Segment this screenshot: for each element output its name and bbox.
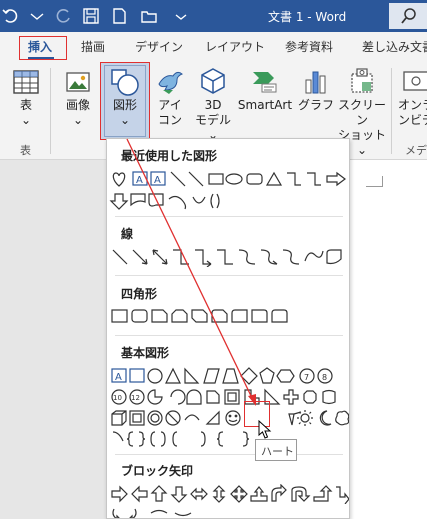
search-box[interactable] [389, 3, 427, 29]
basic-shapes[interactable]: A 7 8 [109, 366, 350, 386]
insert-tab-highlight [19, 36, 67, 60]
svg-text:A: A [115, 372, 122, 383]
undo-icon[interactable] [0, 5, 22, 27]
smartart-button[interactable]: SmartArt [236, 66, 294, 113]
bird-icon [158, 71, 183, 94]
page-margin-mark [366, 186, 382, 187]
smartart-icon [253, 72, 277, 93]
group-label-table: 表 [20, 144, 31, 157]
block-arrow-shapes[interactable] [109, 484, 350, 504]
svg-text:10: 10 [113, 394, 122, 402]
tab-design[interactable]: デザイン [135, 38, 183, 55]
section-title-lines: 線 [121, 227, 134, 241]
section-title-recent: 最近使用した図形 [121, 149, 218, 163]
section-title-rectangles: 四角形 [121, 287, 158, 301]
svg-text:8: 8 [322, 373, 327, 382]
table-chevron: ⌄ [20, 113, 32, 127]
save-icon[interactable] [80, 5, 102, 27]
bar-chart-icon [305, 71, 326, 94]
basic-shapes-row-3 [109, 408, 350, 428]
smartart-label: SmartArt [237, 98, 293, 112]
svg-text:12: 12 [131, 394, 140, 402]
chart-label: グラフ [298, 98, 335, 112]
customize-chevron-icon[interactable] [170, 5, 192, 27]
block-arrow-shapes[interactable] [109, 505, 350, 519]
svg-text:A: A [136, 175, 143, 186]
title-bar: 文書 1 - Word [0, 0, 427, 32]
video-icon [403, 71, 427, 91]
tab-draw[interactable]: 描画 [81, 38, 105, 55]
recent-shapes[interactable]: A A [109, 169, 350, 189]
images-button[interactable]: 画像 ⌄ [58, 68, 98, 128]
tab-mailings[interactable]: 差し込み文書 [362, 38, 427, 55]
3d-label-2: モデル [194, 113, 231, 127]
shapes-chevron: ⌄ [119, 113, 131, 127]
screenshot-chevron: ⌄ [356, 143, 368, 157]
shapes-icon [111, 69, 139, 96]
group-separator [50, 68, 51, 154]
tab-references[interactable]: 参考資料 [285, 38, 333, 55]
page-margin-mark [382, 176, 383, 187]
camera-icon [351, 68, 373, 93]
icons-label-2: コン [157, 113, 182, 127]
svg-text:A: A [154, 175, 161, 186]
new-doc-icon[interactable] [108, 5, 130, 27]
rectangles-row [109, 306, 350, 326]
basic-shapes[interactable] [109, 429, 350, 449]
table-icon [13, 70, 39, 94]
shapes-gallery: 最近使用した図形 A A 線 四角形 基本図形 A 7 8 10 12 ブロック… [106, 138, 350, 519]
section-title-block-arrows: ブロック矢印 [121, 464, 194, 478]
mouse-cursor-icon [258, 420, 272, 439]
online-video-label-2: ンビデ [398, 113, 427, 127]
recent-shapes[interactable] [109, 191, 350, 211]
svg-text:7: 7 [304, 373, 309, 382]
search-icon [401, 8, 416, 24]
dropdown-chevron-icon[interactable] [26, 5, 48, 27]
icons-button[interactable]: アイ コン [152, 66, 188, 128]
3d-models-button[interactable]: 3D モデル⌄ [192, 66, 234, 143]
block-arrows-row-1 [109, 484, 350, 504]
basic-shapes-row-2: 10 12 [109, 387, 350, 407]
3d-label-1: 3D [204, 98, 222, 112]
icons-label-1: アイ [158, 98, 182, 112]
autosave-icon[interactable] [52, 5, 74, 27]
online-video-label-1: オンラ [398, 98, 427, 112]
cube-icon [201, 68, 225, 94]
basic-shapes-row-4 [109, 429, 350, 449]
images-chevron: ⌄ [72, 113, 84, 127]
table-label: 表 [19, 98, 32, 112]
recent-shapes-row-1: A A [109, 169, 350, 189]
basic-shapes[interactable] [109, 408, 350, 428]
rectangle-shapes[interactable] [109, 306, 350, 326]
chart-button[interactable]: グラフ [298, 66, 334, 113]
block-arrows-row-2 [109, 505, 350, 519]
basic-shapes[interactable]: 10 12 [109, 387, 350, 407]
images-label: 画像 [65, 98, 90, 112]
lines-row [109, 247, 350, 267]
section-divider [115, 216, 343, 217]
section-divider [115, 335, 343, 336]
section-divider [115, 275, 343, 276]
basic-shapes-row-1: A 7 8 [109, 366, 350, 386]
recent-shapes-row-2 [109, 191, 350, 211]
tab-layout[interactable]: レイアウト [205, 38, 265, 55]
image-icon [66, 72, 90, 92]
shapes-button[interactable]: 図形 ⌄ [104, 68, 146, 128]
line-shapes[interactable] [109, 247, 350, 267]
screenshot-label-1: スクリーン [337, 98, 386, 127]
document-page[interactable] [350, 160, 427, 519]
group-separator [391, 68, 392, 154]
table-button[interactable]: 表 ⌄ [8, 68, 44, 128]
section-title-basic: 基本図形 [121, 346, 170, 360]
heart-tooltip: ハート [255, 439, 297, 461]
folder-icon[interactable] [138, 5, 160, 27]
section-divider [115, 454, 343, 455]
document-title: 文書 1 - Word [268, 10, 347, 24]
online-video-button[interactable]: オンラ ンビデ [398, 66, 427, 128]
shapes-label: 図形 [112, 98, 137, 112]
